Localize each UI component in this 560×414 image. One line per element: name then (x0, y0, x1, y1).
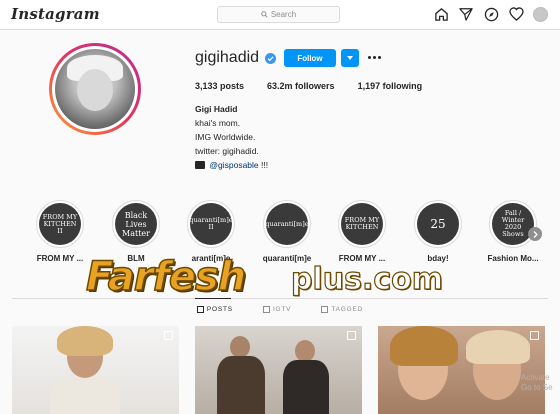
chevron-right-icon (533, 230, 538, 238)
carousel-icon (347, 331, 356, 340)
os-activation-notice: Activate Go to Se (521, 373, 553, 392)
following-count[interactable]: 1,197 following (358, 81, 423, 91)
follow-button[interactable]: Follow (284, 49, 336, 67)
explore-icon[interactable] (483, 6, 499, 22)
profile-stats: 3,133 posts 63.2m followers 1,197 follow… (195, 81, 445, 91)
more-options-button[interactable] (366, 51, 382, 63)
bio-line: khai's mom. (195, 118, 241, 128)
highlight-cover: quaranti[m]e II (189, 203, 233, 245)
carousel-icon (530, 331, 539, 340)
profile-username: gigihadid (195, 49, 260, 66)
search-placeholder: Search (270, 10, 297, 19)
home-icon[interactable] (433, 6, 449, 22)
post-thumbnail[interactable] (195, 326, 362, 414)
bio-line: IMG Worldwide. (195, 132, 256, 142)
bio-link-line: @gisposable !!! (195, 158, 268, 172)
highlight-cover: quaranti[m]e (265, 203, 309, 245)
top-navigation-bar: Instagram Search (0, 0, 560, 30)
profile-avatar-icon[interactable] (533, 6, 548, 22)
highlight-cover: Fall / Winter 2020 Shows (492, 203, 534, 245)
highlights-next-button[interactable] (528, 227, 542, 241)
post-thumbnail[interactable] (378, 326, 545, 414)
grid-icon (196, 306, 204, 313)
post-thumbnail[interactable] (12, 326, 179, 414)
verified-badge-icon (265, 52, 277, 64)
followers-count[interactable]: 63.2m followers (267, 81, 335, 91)
bio-line: twitter: gigihadid. (195, 146, 259, 156)
direct-message-icon[interactable] (458, 6, 474, 22)
profile-tabs: POSTS IGTV TAGGED (0, 306, 560, 313)
highlight-cover: FROM MY KITCHEN (341, 203, 383, 245)
watermark-logo: Farfesh plus.com (85, 253, 444, 301)
highlight-label: FROM MY ... (36, 254, 84, 263)
instagram-logo[interactable]: Instagram (11, 5, 100, 23)
tagged-icon (321, 306, 329, 313)
igtv-icon (262, 306, 270, 313)
posts-count: 3,133 posts (195, 81, 245, 91)
search-input[interactable]: Search (217, 6, 340, 23)
suggested-dropdown-button[interactable] (341, 49, 359, 67)
carousel-icon (164, 331, 173, 340)
tab-tagged[interactable]: TAGGED (321, 306, 363, 313)
tab-igtv[interactable]: IGTV (262, 306, 291, 313)
activity-heart-icon[interactable] (508, 6, 524, 22)
highlight-cover: 25 (417, 203, 459, 245)
highlight-cover: FROM MY KITCHEN II (39, 203, 81, 245)
tab-posts[interactable]: POSTS (196, 306, 233, 313)
profile-picture[interactable] (49, 43, 141, 135)
highlight-cover: Black Lives Matter (115, 203, 157, 245)
bio-mention-link[interactable]: @gisposable (209, 160, 258, 170)
profile-full-name: Gigi Hadid (195, 104, 238, 114)
camera-emoji-icon (195, 161, 205, 169)
chevron-down-icon (347, 56, 353, 60)
profile-bio: Gigi Hadid khai's mom. IMG Worldwide. tw… (195, 102, 268, 172)
highlight-item[interactable]: FROM MY KITCHEN II FROM MY ... (30, 200, 90, 263)
highlight-label: Fashion Mo... (487, 254, 539, 263)
search-icon (261, 11, 268, 18)
